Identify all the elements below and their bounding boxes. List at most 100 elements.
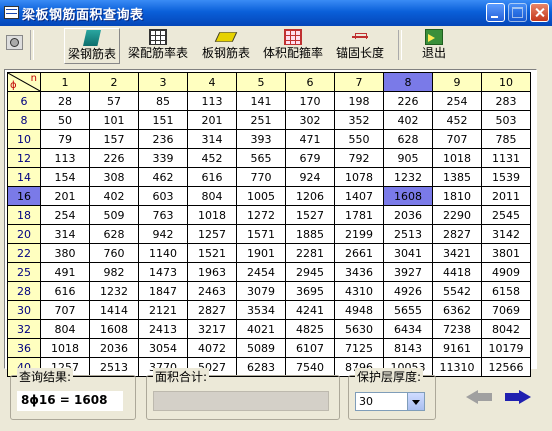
area-cell[interactable]: 254: [432, 91, 482, 111]
area-cell[interactable]: 982: [89, 262, 139, 282]
area-cell[interactable]: 314: [40, 224, 90, 244]
row-header-diameter[interactable]: 10: [7, 129, 41, 149]
area-cell[interactable]: 201: [40, 186, 90, 206]
title-bar[interactable]: 梁板钢筋面积查询表: [0, 0, 552, 26]
area-cell[interactable]: 5089: [236, 338, 286, 358]
area-cell[interactable]: 2661: [334, 243, 384, 263]
area-cell[interactable]: 201: [187, 110, 237, 130]
chevron-down-icon[interactable]: [407, 393, 424, 410]
area-cell[interactable]: 1901: [236, 243, 286, 263]
area-cell[interactable]: 393: [236, 129, 286, 149]
area-cell[interactable]: 2011: [481, 186, 531, 206]
area-cell[interactable]: 1018: [432, 148, 482, 168]
area-cell[interactable]: 3421: [432, 243, 482, 263]
row-header-diameter[interactable]: 22: [7, 243, 41, 263]
area-cell[interactable]: 302: [285, 110, 335, 130]
area-cell[interactable]: 804: [40, 319, 90, 339]
area-cell[interactable]: 1521: [187, 243, 237, 263]
area-cell[interactable]: 3054: [138, 338, 188, 358]
row-header-diameter[interactable]: 6: [7, 91, 41, 111]
area-cell[interactable]: 3217: [187, 319, 237, 339]
area-cell[interactable]: 6107: [285, 338, 335, 358]
area-cell[interactable]: 2121: [138, 300, 188, 320]
row-header-diameter[interactable]: 14: [7, 167, 41, 187]
area-cell[interactable]: 1847: [138, 281, 188, 301]
area-cell[interactable]: 198: [334, 91, 384, 111]
tab-anchor-length[interactable]: 锚固长度: [332, 28, 388, 64]
area-cell[interactable]: 402: [383, 110, 433, 130]
area-cell[interactable]: 628: [383, 129, 433, 149]
area-cell[interactable]: 4926: [383, 281, 433, 301]
area-cell[interactable]: 5655: [383, 300, 433, 320]
area-cell[interactable]: 616: [40, 281, 90, 301]
area-cell[interactable]: 804: [187, 186, 237, 206]
area-cell[interactable]: 1407: [334, 186, 384, 206]
area-cell[interactable]: 10179: [481, 338, 531, 358]
area-cell[interactable]: 4241: [285, 300, 335, 320]
area-cell[interactable]: 3041: [383, 243, 433, 263]
area-cell[interactable]: 1232: [89, 281, 139, 301]
tab-beam-rebar[interactable]: 梁钢筋表: [64, 28, 120, 64]
area-cell[interactable]: 1131: [481, 148, 531, 168]
area-cell[interactable]: 550: [334, 129, 384, 149]
area-cell[interactable]: 1078: [334, 167, 384, 187]
area-cell[interactable]: 4909: [481, 262, 531, 282]
cover-thickness-select[interactable]: 30: [355, 392, 425, 411]
area-cell[interactable]: 2199: [334, 224, 384, 244]
area-cell[interactable]: 251: [236, 110, 286, 130]
area-cell[interactable]: 792: [334, 148, 384, 168]
area-cell[interactable]: 2413: [138, 319, 188, 339]
area-cell[interactable]: 1539: [481, 167, 531, 187]
area-cell[interactable]: 1018: [187, 205, 237, 225]
area-cell[interactable]: 763: [138, 205, 188, 225]
area-cell[interactable]: 4418: [432, 262, 482, 282]
area-cell[interactable]: 1608: [383, 186, 433, 206]
area-cell[interactable]: 1257: [187, 224, 237, 244]
area-cell[interactable]: 4021: [236, 319, 286, 339]
area-cell[interactable]: 770: [236, 167, 286, 187]
area-cell[interactable]: 12566: [481, 357, 531, 377]
area-cell[interactable]: 1005: [236, 186, 286, 206]
area-cell[interactable]: 170: [285, 91, 335, 111]
area-cell[interactable]: 226: [89, 148, 139, 168]
area-cell[interactable]: 707: [432, 129, 482, 149]
area-cell[interactable]: 6283: [236, 357, 286, 377]
area-cell[interactable]: 2513: [383, 224, 433, 244]
area-cell[interactable]: 509: [89, 205, 139, 225]
area-cell[interactable]: 113: [187, 91, 237, 111]
area-cell[interactable]: 707: [40, 300, 90, 320]
area-cell[interactable]: 339: [138, 148, 188, 168]
area-cell[interactable]: 6158: [481, 281, 531, 301]
area-cell[interactable]: 452: [187, 148, 237, 168]
area-cell[interactable]: 2036: [89, 338, 139, 358]
area-cell[interactable]: 565: [236, 148, 286, 168]
area-cell[interactable]: 4825: [285, 319, 335, 339]
area-cell[interactable]: 1140: [138, 243, 188, 263]
area-cell[interactable]: 1810: [432, 186, 482, 206]
area-cell[interactable]: 3695: [285, 281, 335, 301]
area-cell[interactable]: 2454: [236, 262, 286, 282]
row-header-diameter[interactable]: 12: [7, 148, 41, 168]
area-cell[interactable]: 6434: [383, 319, 433, 339]
area-cell[interactable]: 603: [138, 186, 188, 206]
area-cell[interactable]: 113: [40, 148, 90, 168]
area-cell[interactable]: 314: [187, 129, 237, 149]
area-cell[interactable]: 11310: [432, 357, 482, 377]
area-cell[interactable]: 5542: [432, 281, 482, 301]
area-cell[interactable]: 3436: [334, 262, 384, 282]
row-header-diameter[interactable]: 28: [7, 281, 41, 301]
area-cell[interactable]: 254: [40, 205, 90, 225]
area-cell[interactable]: 1272: [236, 205, 286, 225]
area-cell[interactable]: 1527: [285, 205, 335, 225]
area-cell[interactable]: 1963: [187, 262, 237, 282]
area-cell[interactable]: 471: [285, 129, 335, 149]
area-cell[interactable]: 503: [481, 110, 531, 130]
area-cell[interactable]: 2827: [432, 224, 482, 244]
area-cell[interactable]: 85: [138, 91, 188, 111]
area-cell[interactable]: 226: [383, 91, 433, 111]
area-cell[interactable]: 6362: [432, 300, 482, 320]
column-header-5[interactable]: 5: [236, 72, 286, 92]
area-cell[interactable]: 3534: [236, 300, 286, 320]
area-cell[interactable]: 942: [138, 224, 188, 244]
area-cell[interactable]: 3801: [481, 243, 531, 263]
